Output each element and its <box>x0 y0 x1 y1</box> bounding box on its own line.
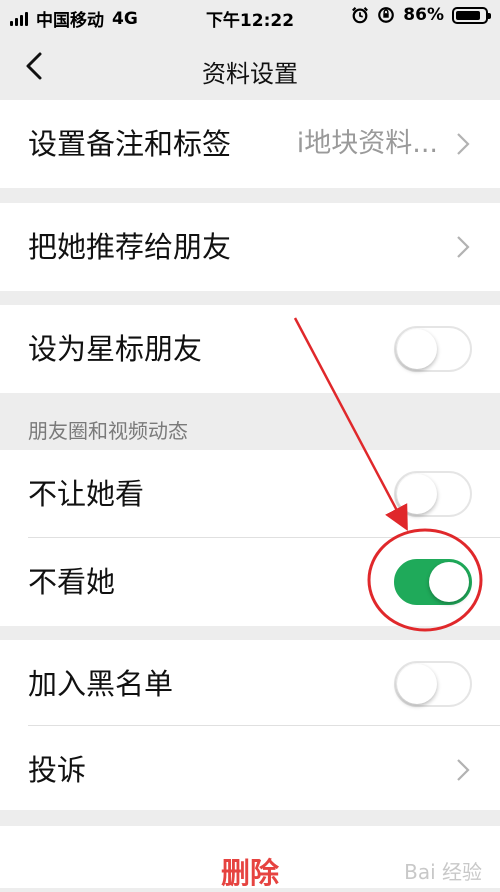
hide-hers-row: 不看她 <box>0 538 500 626</box>
toggle-knob <box>397 474 437 514</box>
chevron-right-icon <box>457 236 470 258</box>
report-row[interactable]: 投诉 <box>0 728 500 812</box>
blacklist-label: 加入黑名单 <box>28 667 174 701</box>
report-label: 投诉 <box>28 753 87 787</box>
nav-bar: 资料设置 <box>0 34 500 100</box>
toggle-knob <box>429 562 469 602</box>
hide-hers-label: 不看她 <box>28 565 116 599</box>
toggle-knob <box>397 329 437 369</box>
blacklist-row: 加入黑名单 <box>0 640 500 728</box>
baidu-watermark: Bai 经验 <box>404 860 482 884</box>
status-right: 86% <box>351 5 491 25</box>
battery-icon <box>452 6 491 24</box>
orientation-lock-icon <box>378 7 395 23</box>
toggle-knob <box>397 664 437 704</box>
star-group: 设为星标朋友 <box>0 305 500 393</box>
moments-section-header: 朋友圈和视频动态 <box>28 419 188 443</box>
remark-row[interactable]: 设置备注和标签 i地块资料... <box>0 100 500 188</box>
status-bar: 中国移动 4G 下午12:22 86% <box>0 0 500 34</box>
star-label: 设为星标朋友 <box>28 332 203 366</box>
hide-mine-label: 不让她看 <box>28 477 145 511</box>
star-row: 设为星标朋友 <box>0 305 500 393</box>
hide-mine-row: 不让她看 <box>0 450 500 538</box>
recommend-group: 把她推荐给朋友 <box>0 203 500 291</box>
chevron-right-icon <box>457 133 470 155</box>
star-toggle[interactable] <box>394 326 472 372</box>
moments-group: 不让她看 不看她 <box>0 450 500 626</box>
remark-label: 设置备注和标签 <box>28 127 232 161</box>
chevron-right-icon <box>457 759 470 781</box>
battery-percent: 86% <box>403 5 444 25</box>
blacklist-group: 加入黑名单 投诉 <box>0 640 500 810</box>
blacklist-toggle[interactable] <box>394 661 472 707</box>
remark-value: i地块资料... <box>296 128 438 159</box>
recommend-label: 把她推荐给朋友 <box>28 230 232 264</box>
divider <box>28 725 500 726</box>
delete-area: 删除 Bai 经验 <box>0 826 500 890</box>
remark-group: 设置备注和标签 i地块资料... <box>0 100 500 188</box>
hide-mine-toggle[interactable] <box>394 471 472 517</box>
page-title: 资料设置 <box>202 60 298 88</box>
hide-hers-toggle[interactable] <box>394 559 472 605</box>
alarm-icon <box>352 7 369 24</box>
recommend-row[interactable]: 把她推荐给朋友 <box>0 203 500 291</box>
